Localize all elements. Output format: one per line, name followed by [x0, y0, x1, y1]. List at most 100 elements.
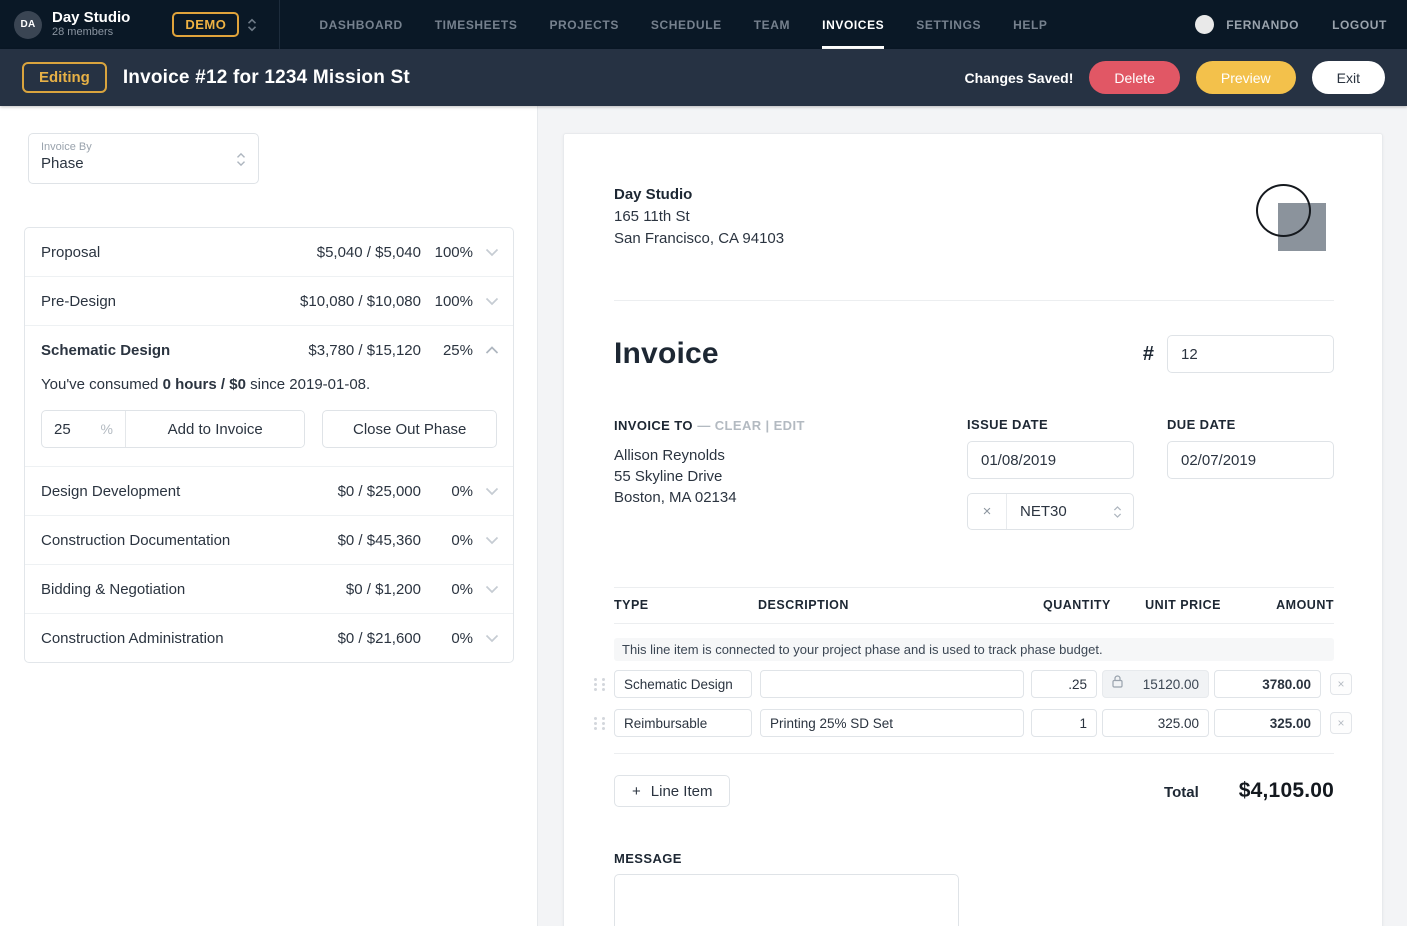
user-menu[interactable]: FERNANDO [1226, 18, 1299, 32]
company-logo [1256, 184, 1327, 251]
issue-date-input[interactable] [967, 441, 1134, 479]
demo-badge[interactable]: DEMO [172, 12, 240, 37]
phase-row[interactable]: Proposal $5,040 / $5,040 100% [25, 228, 513, 276]
line-unit-price-value: 15120.00 [1142, 676, 1199, 692]
divider [614, 300, 1334, 301]
percent-input[interactable] [54, 420, 90, 438]
company-address-block: Day Studio 165 11th St San Francisco, CA… [614, 184, 784, 251]
drag-handle-icon[interactable] [594, 677, 606, 691]
phase-name: Construction Documentation [41, 531, 231, 549]
user-avatar[interactable] [1195, 15, 1215, 34]
phase-row[interactable]: Construction Administration $0 / $21,600… [25, 614, 513, 662]
workspace-switcher-icon[interactable] [247, 18, 257, 32]
line-description-input[interactable] [760, 670, 1024, 698]
phase-row[interactable]: Construction Documentation $0 / $45,360 … [25, 516, 513, 564]
phase-amount: $10,080 / $10,080 [300, 292, 421, 310]
nav-divider [279, 0, 281, 49]
client-address1: 55 Skyline Drive [614, 468, 723, 485]
nav-dashboard[interactable]: DASHBOARD [303, 0, 418, 49]
line-quantity-input[interactable] [1031, 709, 1097, 737]
line-unit-price-input[interactable] [1102, 709, 1209, 737]
close-out-phase-button[interactable]: Close Out Phase [322, 410, 497, 448]
phase-row[interactable]: Design Development $0 / $25,000 0% [25, 467, 513, 515]
phase-link-note: This line item is connected to your proj… [614, 638, 1334, 661]
invoice-editor-card: Day Studio 165 11th St San Francisco, CA… [563, 133, 1383, 926]
chevron-up-icon[interactable] [485, 345, 499, 355]
percent-sign: % [100, 421, 113, 437]
add-line-item-button[interactable]: + Line Item [614, 775, 731, 807]
chevron-down-icon[interactable] [485, 634, 499, 643]
nav-schedule[interactable]: SCHEDULE [635, 0, 738, 49]
col-unit-price: UNIT PRICE [1145, 598, 1221, 612]
issue-date-label: ISSUE DATE [967, 417, 1049, 432]
phase-amount: $0 / $21,600 [337, 629, 421, 647]
save-status: Changes Saved! [964, 69, 1074, 86]
nav-projects[interactable]: PROJECTS [533, 0, 634, 49]
phase-percent: 0% [451, 629, 473, 647]
line-item-row: × [594, 709, 1352, 737]
exit-button[interactable]: Exit [1311, 61, 1385, 94]
preview-button[interactable]: Preview [1195, 61, 1296, 94]
chevron-down-icon[interactable] [485, 297, 499, 306]
phase-row[interactable]: Schematic Design $3,780 / $15,120 25% [25, 326, 513, 374]
chevron-down-icon[interactable] [485, 536, 499, 545]
invoice-by-label: Invoice By [41, 141, 92, 153]
divider [614, 753, 1334, 754]
line-type-input[interactable] [614, 709, 752, 737]
phase-row-design-development: Design Development $0 / $25,000 0% [25, 466, 513, 515]
delete-button[interactable]: Delete [1089, 61, 1180, 94]
line-quantity-input[interactable] [1031, 670, 1097, 698]
phase-amount: $0 / $25,000 [337, 482, 421, 500]
consumed-text: You've consumed 0 hours / $0 since 2019-… [41, 376, 371, 393]
phase-amount: $0 / $1,200 [345, 580, 421, 598]
total-label: Total [1164, 784, 1199, 801]
phase-expanded-panel: You've consumed 0 hours / $0 since 2019-… [25, 374, 513, 466]
editing-badge: Editing [22, 62, 107, 93]
main-nav: DASHBOARD TIMESHEETS PROJECTS SCHEDULE T… [303, 0, 1063, 49]
add-to-invoice-button[interactable]: Add to Invoice [126, 411, 305, 447]
phase-row-schematic-design: Schematic Design $3,780 / $15,120 25% Yo… [25, 325, 513, 466]
payment-terms-select[interactable]: × NET30 [967, 493, 1134, 530]
phase-percent: 25% [442, 341, 473, 359]
phase-row-proposal: Proposal $5,040 / $5,040 100% [25, 228, 513, 276]
phase-amount: $0 / $45,360 [337, 531, 421, 549]
line-description-input[interactable] [760, 709, 1024, 737]
company-members: 28 members [52, 26, 114, 38]
lock-icon [1112, 675, 1123, 693]
line-amount-input[interactable] [1214, 709, 1321, 737]
clear-terms-icon[interactable]: × [968, 494, 1007, 529]
chevron-down-icon[interactable] [485, 585, 499, 594]
nav-invoices[interactable]: INVOICES [806, 0, 900, 49]
phase-percent: 100% [434, 243, 473, 261]
line-items-table: TYPE DESCRIPTION QUANTITY UNIT PRICE AMO… [594, 587, 1352, 807]
nav-timesheets[interactable]: TIMESHEETS [419, 0, 534, 49]
drag-handle-icon[interactable] [594, 716, 606, 730]
remove-line-icon[interactable]: × [1330, 673, 1352, 695]
logout-link[interactable]: LOGOUT [1332, 18, 1387, 32]
edit-link[interactable]: EDIT [774, 418, 805, 433]
chevron-down-icon[interactable] [485, 487, 499, 496]
col-type: TYPE [614, 598, 649, 612]
phase-row[interactable]: Bidding & Negotiation $0 / $1,200 0% [25, 565, 513, 613]
invoice-number-input[interactable] [1167, 335, 1334, 373]
phase-name: Schematic Design [41, 341, 171, 359]
nav-settings[interactable]: SETTINGS [900, 0, 997, 49]
phase-sidebar: Invoice By Phase Proposal $5,040 / $5,04… [0, 106, 538, 926]
phase-name: Bidding & Negotiation [41, 580, 186, 598]
due-date-input[interactable] [1167, 441, 1334, 479]
phase-row[interactable]: Pre-Design $10,080 / $10,080 100% [25, 277, 513, 325]
company-address1: 165 11th St [614, 208, 690, 225]
remove-line-icon[interactable]: × [1330, 712, 1352, 734]
nav-help[interactable]: HELP [997, 0, 1063, 49]
clear-link[interactable]: CLEAR [715, 418, 762, 433]
phase-name: Design Development [41, 482, 181, 500]
line-type-input[interactable] [614, 670, 752, 698]
phase-row-predesign: Pre-Design $10,080 / $10,080 100% [25, 276, 513, 325]
nav-team[interactable]: TEAM [738, 0, 806, 49]
company-name: Day Studio [614, 186, 693, 203]
message-textarea[interactable] [614, 874, 959, 926]
invoice-by-select[interactable]: Invoice By Phase [28, 133, 259, 184]
brand[interactable]: DA Day Studio 28 members [14, 10, 130, 39]
line-amount-input[interactable] [1214, 670, 1321, 698]
chevron-down-icon[interactable] [485, 248, 499, 257]
